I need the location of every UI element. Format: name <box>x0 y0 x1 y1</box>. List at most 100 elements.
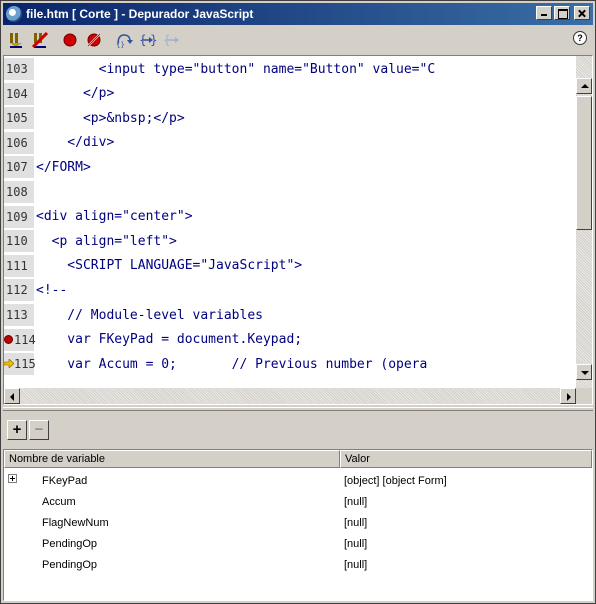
line-number: 113 <box>6 308 28 322</box>
window-controls <box>536 6 590 20</box>
code-line[interactable]: 107 </FORM> <box>4 156 576 179</box>
line-number: 110 <box>6 234 28 249</box>
debugger-window: file.htm [ Corte ] - Depurador JavaScrip… <box>0 0 596 604</box>
step-out-icon: { <box>163 33 179 47</box>
code-text: <p align="left"> <box>36 233 177 249</box>
variable-row[interactable]: PendingOp [null] <box>4 533 592 554</box>
breakpoint-marker-icon <box>4 334 13 344</box>
line-number: 106 <box>6 135 28 150</box>
line-number-gutter[interactable]: 112 <box>4 279 34 302</box>
code-text: // Module-level variables <box>36 307 263 323</box>
stop-debug-icon <box>32 32 48 48</box>
code-line[interactable]: 111 <SCRIPT LANGUAGE="JavaScript"> <box>4 254 576 277</box>
code-text: </FORM> <box>36 159 91 175</box>
step-into-icon: { } <box>139 33 157 47</box>
clear-breakpoints-icon <box>87 33 101 47</box>
code-line[interactable]: 106 </div> <box>4 131 576 154</box>
debug-toolbar: {} { } { ? <box>3 27 593 53</box>
code-line[interactable]: 112 <!-- <box>4 279 576 302</box>
scroll-right-button[interactable] <box>560 388 576 404</box>
variable-row[interactable]: Accum [null] <box>4 491 592 512</box>
maximize-button[interactable] <box>554 6 570 20</box>
svg-text:{}: {} <box>116 41 125 48</box>
line-number-gutter[interactable]: 111 <box>4 254 34 277</box>
code-text: var FKeyPad = document.Keypad; <box>36 332 303 348</box>
line-number: 109 <box>6 209 28 224</box>
line-number-gutter[interactable]: 103 <box>4 58 34 80</box>
variable-name: Accum <box>42 495 76 508</box>
title-bar[interactable]: file.htm [ Corte ] - Depurador JavaScrip… <box>3 3 593 25</box>
line-number: 112 <box>6 283 28 298</box>
variable-value: [null] <box>344 516 368 529</box>
line-number-gutter[interactable]: 107 <box>4 156 34 179</box>
code-line[interactable]: 109 <div align="center"> <box>4 205 576 228</box>
help-icon[interactable]: ? <box>573 31 587 45</box>
code-text: <p>&nbsp;</p> <box>36 110 185 126</box>
variable-row[interactable]: FKeyPad [object] [object Form] <box>4 470 592 491</box>
line-number-gutter[interactable]: 104 <box>4 82 34 105</box>
line-number-gutter[interactable]: 105 <box>4 107 34 130</box>
app-icon <box>6 6 22 22</box>
stop-debug-button[interactable] <box>29 30 51 50</box>
code-line[interactable]: 105 <p>&nbsp;</p> <box>4 107 576 130</box>
remove-variable-button[interactable]: − <box>29 420 49 440</box>
pane-splitter[interactable] <box>3 407 593 411</box>
line-number: 111 <box>6 258 28 273</box>
code-text: <SCRIPT LANGUAGE="JavaScript"> <box>36 258 303 274</box>
code-horizontal-scrollbar[interactable] <box>4 388 576 404</box>
column-header-value[interactable]: Valor <box>340 450 592 468</box>
minimize-button[interactable] <box>536 6 552 20</box>
add-variable-button[interactable]: + <box>7 420 27 440</box>
close-button[interactable] <box>574 6 590 20</box>
step-over-button[interactable]: {} <box>113 30 135 50</box>
clear-breakpoints-button[interactable] <box>83 30 105 50</box>
step-into-button[interactable]: { } <box>137 30 159 50</box>
code-line[interactable]: 108 <box>4 181 576 203</box>
column-header-name[interactable]: Nombre de variable <box>4 450 340 468</box>
variable-row[interactable]: PendingOp [null] <box>4 554 592 575</box>
variable-value: [null] <box>344 558 368 571</box>
variables-header: Nombre de variable Valor <box>4 450 592 468</box>
code-line[interactable]: 115 var Accum = 0; // Previous number (o… <box>4 353 576 376</box>
code-text: <div align="center"> <box>36 209 193 225</box>
step-out-button[interactable]: { <box>161 30 183 50</box>
code-line[interactable]: 103 <input type="button" name="Button" v… <box>4 58 576 80</box>
line-number-gutter[interactable]: 110 <box>4 230 34 253</box>
current-line-arrow-icon <box>4 359 14 369</box>
line-number: 104 <box>6 86 28 101</box>
scroll-left-button[interactable] <box>4 388 20 404</box>
variables-toolbar: + − <box>3 413 593 447</box>
line-number-gutter[interactable]: 113 <box>4 304 34 326</box>
code-area[interactable]: 103 <input type="button" name="Button" v… <box>4 56 576 388</box>
code-text: <input type="button" name="Button" value… <box>36 61 436 77</box>
code-line[interactable]: 110 <p align="left"> <box>4 230 576 253</box>
code-line[interactable]: 113 // Module-level variables <box>4 304 576 326</box>
code-text: var Accum = 0; // Previous number (opera <box>36 356 428 372</box>
variable-name: FlagNewNum <box>42 516 109 529</box>
set-breakpoint-button[interactable] <box>59 30 81 50</box>
line-number-gutter[interactable]: 106 <box>4 131 34 154</box>
vertical-scroll-thumb[interactable] <box>576 96 592 230</box>
variable-row[interactable]: FlagNewNum [null] <box>4 512 592 533</box>
expand-plus-icon[interactable] <box>8 474 17 483</box>
variable-name: FKeyPad <box>42 474 88 487</box>
line-number-gutter[interactable]: 108 <box>4 181 34 203</box>
variable-value: [object] [object Form] <box>344 474 447 487</box>
line-number-gutter[interactable]: 115 <box>4 353 36 376</box>
run-icon <box>10 33 22 48</box>
variable-name: PendingOp <box>42 558 98 571</box>
variables-panel: Nombre de variable Valor FKeyPad [object]… <box>3 449 593 601</box>
code-vertical-scrollbar[interactable] <box>576 56 592 388</box>
code-text: </p> <box>36 86 115 102</box>
scroll-down-button[interactable] <box>576 364 592 380</box>
line-number-gutter[interactable]: 114 <box>4 328 36 351</box>
code-line[interactable]: 114 var FKeyPad = document.Keypad; <box>4 328 576 351</box>
variable-name: PendingOp <box>42 537 98 550</box>
code-line[interactable]: 104 </p> <box>4 82 576 105</box>
variable-value: [null] <box>344 495 368 508</box>
scroll-up-button[interactable] <box>576 78 592 94</box>
line-number: 103 <box>6 62 28 76</box>
run-button[interactable] <box>5 30 27 50</box>
line-number-gutter[interactable]: 109 <box>4 205 34 228</box>
code-text: <!-- <box>36 282 68 298</box>
